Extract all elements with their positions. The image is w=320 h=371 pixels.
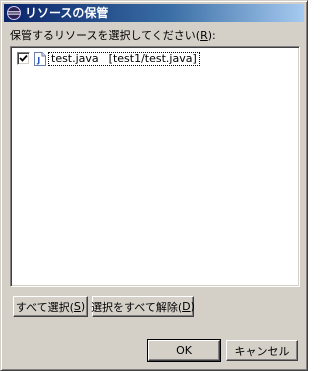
prompt-text: 保管するリソースを選択してください( xyxy=(10,29,201,42)
list-item[interactable]: J test.java [test1/test.java] xyxy=(17,51,200,66)
deselect-all-suffix: ) xyxy=(190,300,195,313)
title-bar[interactable]: リソースの保管 xyxy=(4,4,304,22)
resource-name: test.java xyxy=(51,51,99,65)
resource-label: test.java [test1/test.java] xyxy=(48,51,200,66)
prompt-hotkey: R xyxy=(200,29,208,42)
list-prompt-label: 保管するリソースを選択してください(R): xyxy=(10,29,216,43)
select-all-label: すべて選択( xyxy=(15,300,74,314)
eclipse-app-icon xyxy=(7,6,21,20)
checkmark-icon xyxy=(19,54,28,62)
select-all-suffix: ) xyxy=(80,300,86,313)
select-all-hotkey: S xyxy=(73,300,81,313)
deselect-all-hotkey: D xyxy=(182,300,191,313)
resource-checkbox[interactable] xyxy=(17,52,30,65)
window-title: リソースの保管 xyxy=(25,6,109,20)
deselect-all-button[interactable]: 選択をすべて解除(D) xyxy=(91,296,195,317)
java-file-icon: J xyxy=(34,51,46,66)
resource-path: [test1/test.java] xyxy=(108,51,197,65)
resource-list[interactable]: J test.java [test1/test.java] xyxy=(10,46,300,287)
svg-text:J: J xyxy=(36,56,40,65)
prompt-suffix: ): xyxy=(207,29,216,42)
dialog-window: リソースの保管 保管するリソースを選択してください(R): J test.jav… xyxy=(0,0,308,371)
deselect-all-label: 選択をすべて解除( xyxy=(91,300,183,314)
ok-button[interactable]: OK xyxy=(147,339,221,362)
cancel-button[interactable]: キャンセル xyxy=(226,340,298,361)
select-all-button[interactable]: すべて選択(S) xyxy=(13,296,88,317)
